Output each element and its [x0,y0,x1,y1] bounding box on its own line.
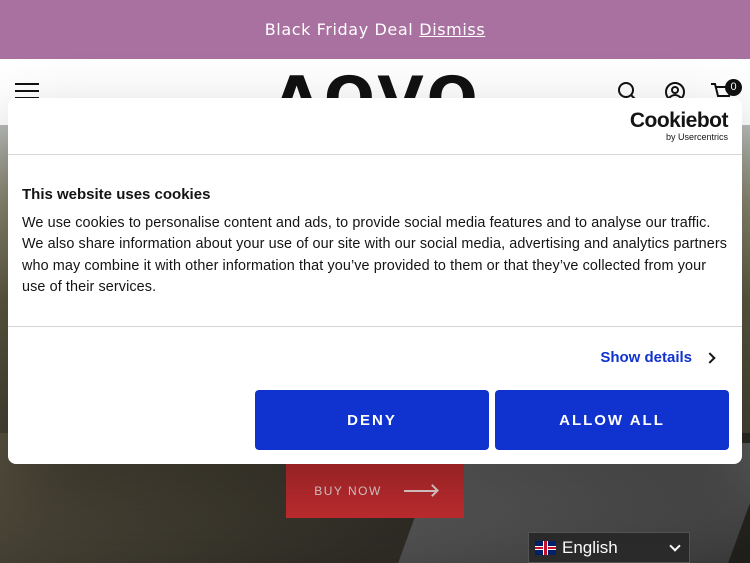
cookie-dialog-header: Cookiebot by Usercentrics [8,98,742,155]
chevron-down-icon [669,539,681,552]
cookie-title: This website uses cookies [22,186,211,203]
arrow-right-icon [403,489,436,492]
allow-all-button[interactable]: ALLOW ALL [495,390,729,450]
show-details-label: Show details [600,349,692,366]
cart-count-badge: 0 [725,79,742,96]
language-select[interactable]: English [528,532,690,563]
dismiss-link[interactable]: Dismiss [419,20,485,39]
cookie-consent-dialog: Cookiebot by Usercentrics This website u… [8,98,742,464]
buy-now-label: BUY NOW [314,483,382,498]
buy-now-button[interactable]: BUY NOW [286,463,464,518]
cookiebot-sub: by Usercentrics [665,132,728,142]
language-label: English [562,537,618,557]
uk-flag-icon [535,540,556,555]
cookiebot-name: Cookiebot [629,109,729,132]
chevron-right-icon [704,351,716,364]
cookie-description: We use cookies to personalise content an… [22,215,728,295]
promo-bar: Black Friday Deal Dismiss [0,0,750,59]
deny-button[interactable]: DENY [255,390,489,450]
show-details-link[interactable]: Show details [600,349,716,366]
promo-text: Black Friday Deal [264,20,414,39]
cookiebot-logo: Cookiebot by Usercentrics [629,109,729,143]
cookie-divider [8,326,742,327]
